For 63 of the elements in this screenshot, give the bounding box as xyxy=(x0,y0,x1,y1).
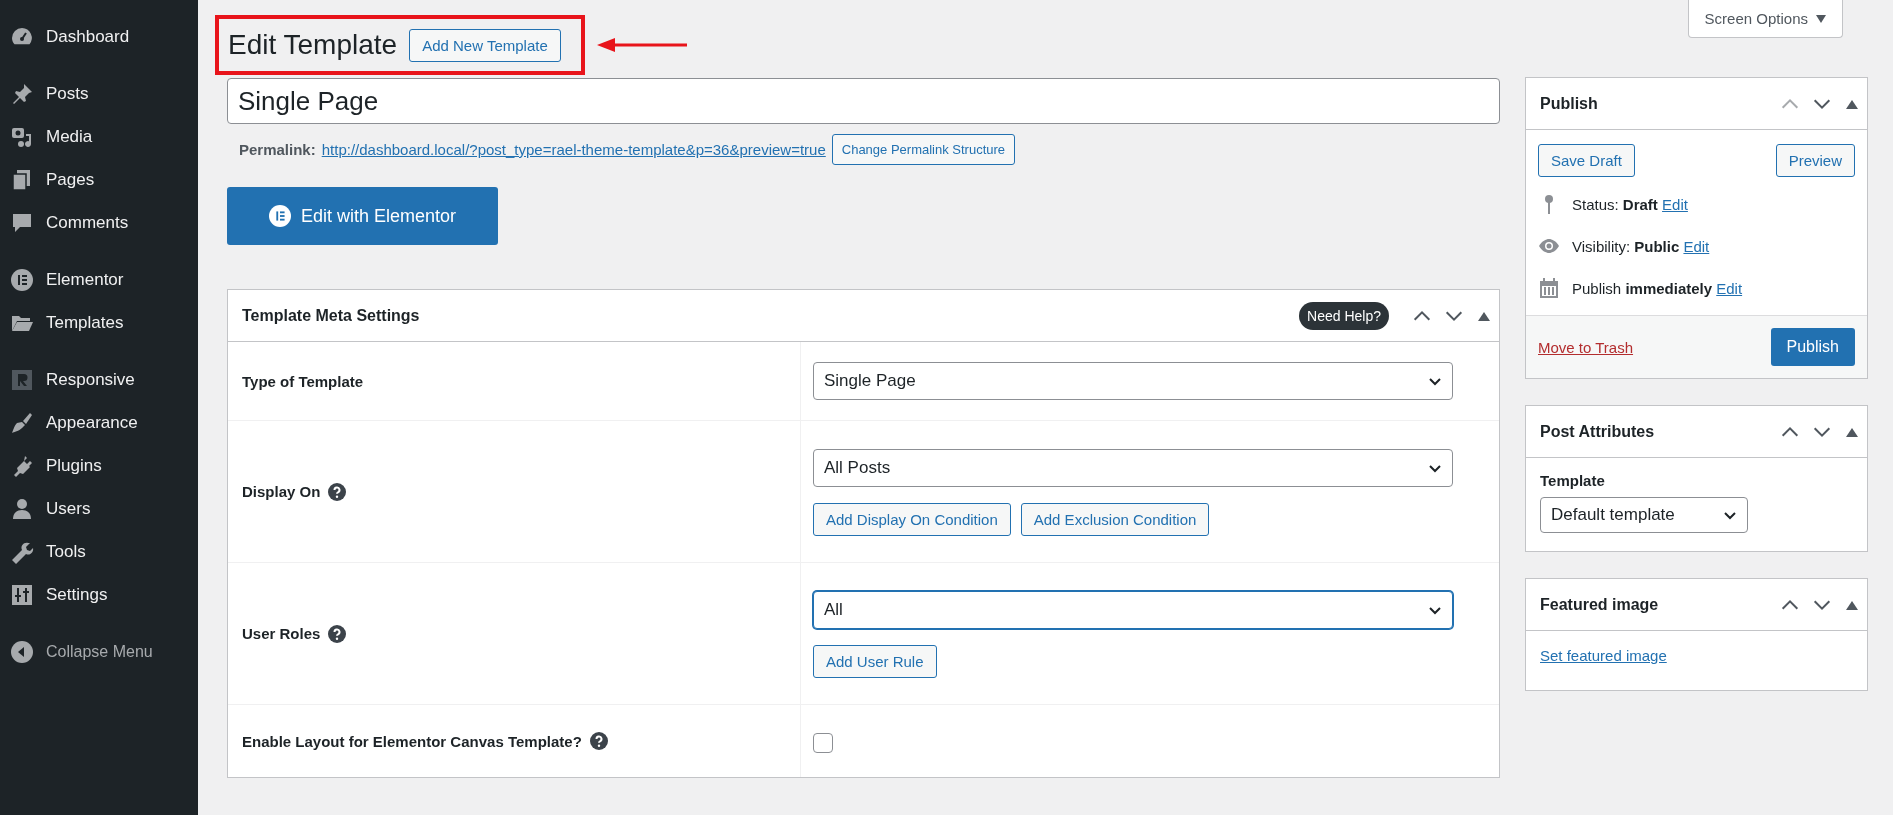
template-select[interactable]: Default template xyxy=(1540,497,1748,533)
select-field[interactable]: Single Page xyxy=(813,362,1453,400)
preview-button[interactable]: Preview xyxy=(1775,144,1855,177)
elementor-icon xyxy=(10,267,34,292)
field-label: Template xyxy=(1540,472,1606,489)
menu-item[interactable]: Appearance xyxy=(0,401,198,444)
screen-options-button[interactable]: Screen Options xyxy=(1687,0,1843,38)
move-to-trash-link[interactable]: Move to Trash xyxy=(1538,338,1634,356)
edit-link[interactable]: Edit xyxy=(1716,279,1743,297)
collapse-icon xyxy=(10,639,34,664)
menu-item[interactable]: Responsive xyxy=(0,358,198,401)
add-condition-button[interactable]: Add Display On Condition xyxy=(813,503,1011,536)
need-help-button[interactable]: Need Help? xyxy=(1299,301,1389,330)
checkbox[interactable] xyxy=(813,733,833,753)
permalink-link[interactable]: http://dashboard.local/?post_type=rael-theme-template&p=36&preview=true xyxy=(321,141,826,158)
user-icon xyxy=(10,496,34,521)
menu-item[interactable]: Posts xyxy=(0,72,198,115)
collapse-menu-button[interactable]: Collapse Menu xyxy=(0,630,198,673)
menu-item[interactable]: Comments xyxy=(0,201,198,244)
publish-info-text: Publish immediately Edit xyxy=(1572,279,1743,297)
add-condition-button[interactable]: Add User Rule xyxy=(813,645,937,678)
select-field[interactable]: All xyxy=(813,591,1453,629)
publish-info-text: Status: Draft Edit xyxy=(1572,195,1688,213)
help-icon[interactable] xyxy=(589,732,608,750)
brush-icon xyxy=(10,410,34,435)
publish-info-text: Visibility: Public Edit xyxy=(1572,237,1710,255)
box-title: Featured image xyxy=(1540,595,1660,614)
box-title: Post Attributes xyxy=(1540,422,1656,441)
menu-item[interactable]: Tools xyxy=(0,530,198,573)
permalink-label: Permalink: xyxy=(239,141,316,158)
title-field[interactable]: Single Page xyxy=(227,78,1500,124)
publish-button[interactable]: Publish xyxy=(1770,328,1855,366)
menu-item[interactable]: Plugins xyxy=(0,444,198,487)
menu-item[interactable]: Media xyxy=(0,115,198,158)
menu-item[interactable]: Users xyxy=(0,487,198,530)
help-icon[interactable] xyxy=(328,624,347,643)
calendar-icon xyxy=(1538,277,1560,299)
save-draft-button[interactable]: Save Draft xyxy=(1538,144,1635,177)
add-condition-button[interactable]: Add Exclusion Condition xyxy=(1020,503,1210,536)
box-title: Publish xyxy=(1540,94,1599,113)
field-label: Display On xyxy=(242,483,321,500)
menu-item[interactable]: Templates xyxy=(0,301,198,344)
box-title: Template Meta Settings xyxy=(242,306,421,325)
set-featured-image-link[interactable]: Set featured image xyxy=(1540,647,1667,664)
menu-item[interactable]: Pages xyxy=(0,158,198,201)
select-field[interactable]: All Posts xyxy=(813,449,1453,487)
menu-item[interactable]: Dashboard xyxy=(0,15,198,58)
edit-with-elementor-button[interactable]: Edit with Elementor xyxy=(227,187,498,245)
sliders-icon xyxy=(10,582,34,607)
menu-item[interactable]: Elementor xyxy=(0,258,198,301)
letter-r-square-icon xyxy=(10,367,34,392)
menu-item[interactable]: Settings xyxy=(0,573,198,616)
field-label: User Roles xyxy=(242,625,321,642)
change-permalink-button[interactable]: Change Permalink Structure xyxy=(831,134,1016,165)
elementor-icon xyxy=(268,205,291,227)
help-icon[interactable] xyxy=(328,482,347,501)
field-label: Type of Template xyxy=(242,372,364,390)
edit-link[interactable]: Edit xyxy=(1683,237,1710,255)
field-label: Enable Layout for Elementor Canvas Template? xyxy=(242,732,582,750)
add-new-button[interactable]: Add New Template xyxy=(409,28,561,62)
page-title: Edit Template xyxy=(228,29,398,61)
edit-link[interactable]: Edit xyxy=(1662,195,1688,213)
caret-icon xyxy=(1816,13,1826,24)
